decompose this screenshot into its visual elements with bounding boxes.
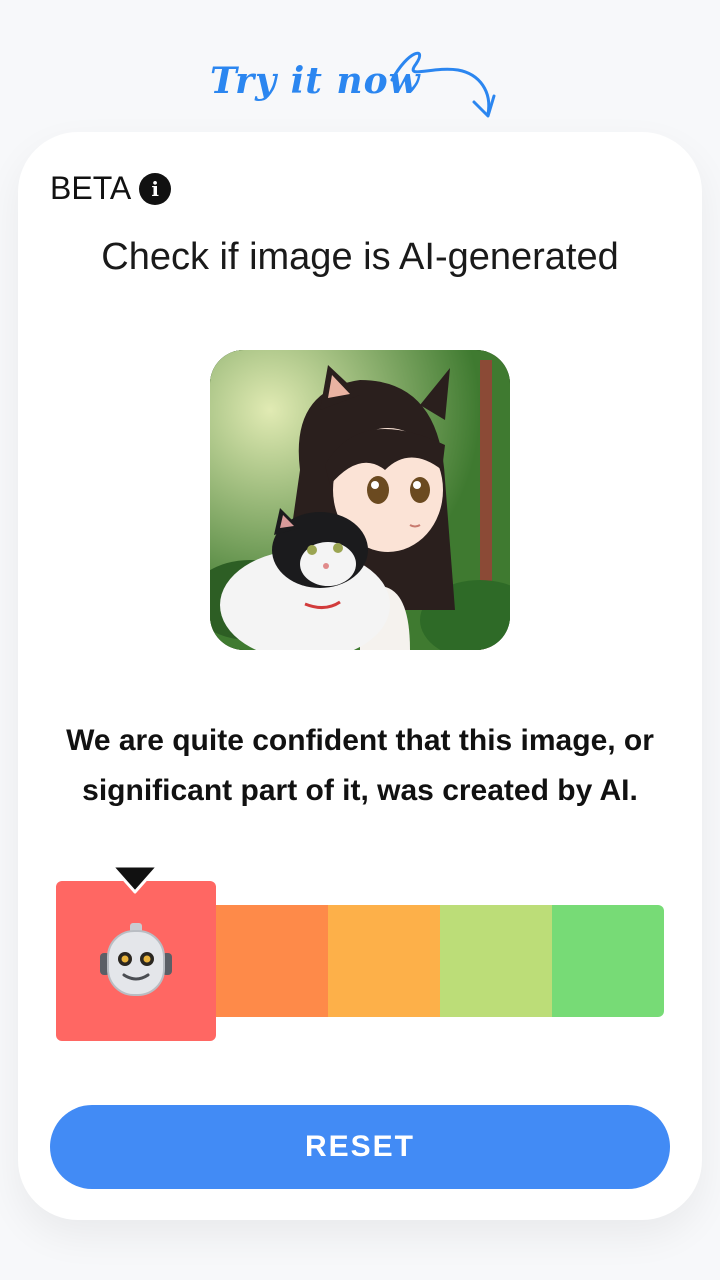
beta-label: BETA	[50, 170, 132, 206]
meter-segment-likely-ai	[206, 905, 328, 1017]
robot-face-icon	[100, 923, 172, 996]
detector-card: BETA i Check if image is AI-generated We…	[18, 132, 702, 1220]
result-message: We are quite confident that this image, …	[66, 724, 654, 807]
confidence-meter	[56, 864, 664, 1044]
meter-segment-ai-selected	[56, 881, 216, 1041]
page-title: Check if image is AI-generated	[101, 236, 619, 278]
meter-segment-likely-human	[440, 905, 552, 1017]
beta-header: BETA i	[50, 170, 172, 207]
info-icon[interactable]: i	[139, 172, 172, 205]
reset-button[interactable]: RESET	[50, 1105, 670, 1189]
curved-arrow-icon	[390, 51, 496, 118]
meter-segment-human	[552, 905, 664, 1017]
uploaded-image	[210, 350, 510, 650]
meter-segment-uncertain	[328, 905, 440, 1017]
anime-girl-cat-illustration	[210, 350, 510, 650]
try-it-now-banner: Try it now	[200, 36, 520, 126]
meter-pointer-icon	[110, 864, 160, 894]
